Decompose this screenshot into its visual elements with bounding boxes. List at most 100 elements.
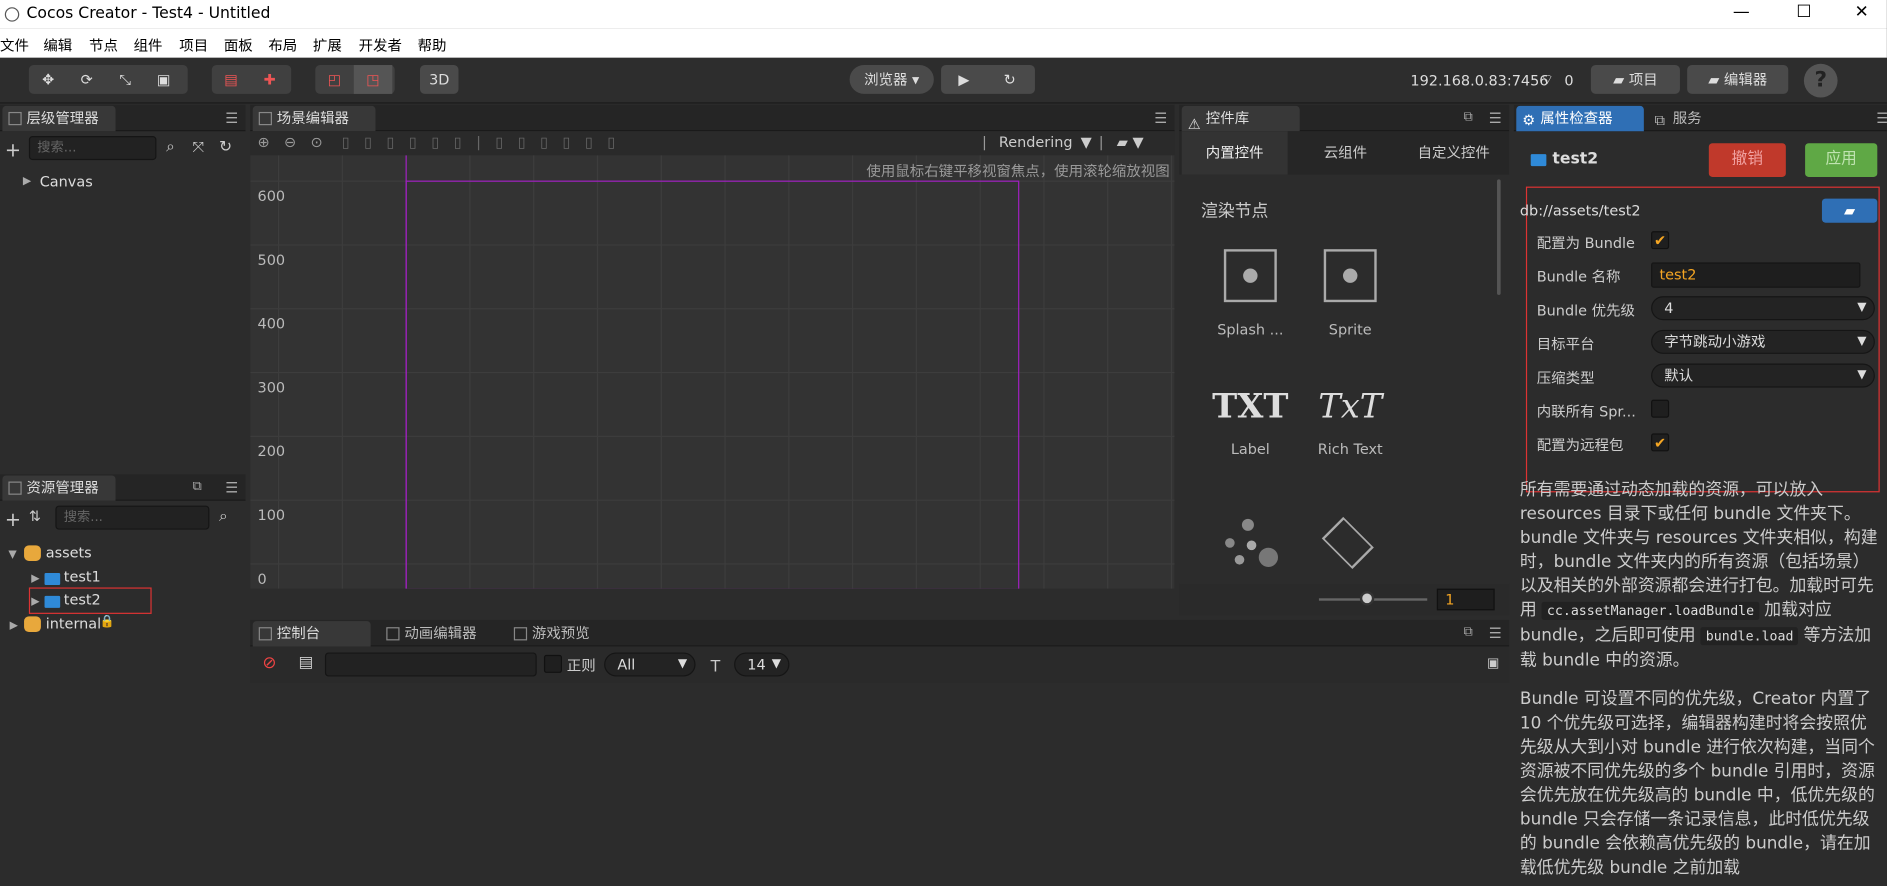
rect-tool-icon[interactable]: ▣: [144, 65, 183, 94]
3d-toggle-button[interactable]: 3D: [419, 65, 459, 94]
bundle-name-input[interactable]: test2: [1651, 262, 1861, 288]
local-coord-icon[interactable]: ◰: [315, 65, 354, 94]
panel-menu-icon[interactable]: ☰: [1876, 110, 1887, 127]
tab-scene[interactable]: 场景编辑器: [252, 105, 376, 132]
regex-checkbox[interactable]: [543, 654, 562, 673]
compress-select[interactable]: 默认 ▼: [1651, 363, 1875, 388]
menu-edit[interactable]: 编辑: [43, 35, 72, 55]
menu-developer[interactable]: 开发者: [359, 35, 402, 55]
asset-test1[interactable]: test1: [64, 566, 101, 588]
popout-icon[interactable]: ⧉: [1464, 624, 1473, 641]
zoom-in-icon[interactable]: ⊕: [258, 134, 270, 151]
clear-icon[interactable]: ⊘: [262, 654, 276, 673]
zoom-out-icon[interactable]: ⊖: [284, 134, 296, 151]
add-asset-icon[interactable]: +: [5, 508, 21, 531]
widget-richtext[interactable]: TxT Rich Text: [1301, 386, 1400, 494]
popout-icon[interactable]: ⧉: [1464, 108, 1473, 125]
assets-search-input[interactable]: 搜索...: [55, 505, 210, 530]
browser-select[interactable]: 浏览器 ▾: [849, 65, 934, 94]
tab-builtin[interactable]: 内置控件: [1181, 131, 1288, 175]
align-tools-icon[interactable]: ▯▯▯▯▯▯|▯▯▯▯▯▯: [342, 134, 630, 151]
play-icon[interactable]: ▶: [941, 65, 987, 94]
panel-menu-icon[interactable]: ☰: [225, 479, 238, 496]
particle-icon[interactable]: [1223, 516, 1283, 571]
tab-game-preview[interactable]: 游戏预览: [508, 621, 628, 646]
apply-button[interactable]: 应用: [1805, 143, 1878, 177]
global-coord-icon[interactable]: ◳: [353, 65, 393, 94]
bundle-checkbox[interactable]: ✔: [1651, 231, 1670, 250]
panel-menu-icon[interactable]: ☰: [1489, 110, 1502, 127]
search-icon[interactable]: ⌕: [219, 508, 228, 526]
dropdown-arrow-icon[interactable]: ▼: [1081, 134, 1092, 151]
inline-sprites-checkbox[interactable]: [1651, 399, 1670, 418]
console-filter-input[interactable]: [324, 652, 537, 677]
menu-extension[interactable]: 扩展: [313, 35, 342, 55]
maximize-icon[interactable]: ☐: [1786, 2, 1822, 26]
asset-internal[interactable]: internal: [46, 613, 101, 635]
tab-inspector[interactable]: ⚙ 属性检查器: [1516, 105, 1644, 132]
help-button[interactable]: ?: [1803, 63, 1838, 98]
show-in-explorer-button[interactable]: ▰: [1821, 198, 1878, 223]
panel-menu-icon[interactable]: ☰: [225, 110, 238, 127]
cancel-button[interactable]: 撤销: [1708, 143, 1786, 177]
tab-services[interactable]: ⧉ 服务: [1649, 106, 1733, 131]
widget-label[interactable]: TXT Label: [1201, 386, 1300, 494]
log-file-icon[interactable]: ▤: [298, 654, 313, 672]
menu-component[interactable]: 组件: [134, 35, 163, 55]
refresh-icon[interactable]: ↻: [987, 65, 1033, 94]
remote-checkbox[interactable]: ✔: [1651, 433, 1670, 452]
open-editor-button[interactable]: ▰ 编辑器: [1687, 65, 1789, 94]
font-size-select[interactable]: 14 ▼: [734, 652, 790, 677]
rendering-select[interactable]: Rendering: [999, 134, 1073, 151]
menu-layout[interactable]: 布局: [268, 35, 297, 55]
widget-splash[interactable]: Splash ...: [1201, 244, 1300, 352]
zoom-input[interactable]: 1: [1436, 588, 1495, 611]
tab-custom[interactable]: 自定义控件: [1401, 131, 1507, 174]
center-icon[interactable]: ✚: [250, 65, 289, 94]
asset-test2[interactable]: test2: [64, 589, 101, 611]
tab-console[interactable]: 控制台: [252, 621, 371, 647]
move-tool-icon[interactable]: ✥: [29, 65, 68, 94]
menu-panel[interactable]: 面板: [224, 35, 253, 55]
open-project-button[interactable]: ▰ 项目: [1590, 65, 1680, 94]
expand-icon[interactable]: ▶: [31, 573, 39, 585]
widget-sprite[interactable]: Sprite: [1301, 244, 1400, 352]
pivot-icon[interactable]: ▤: [212, 65, 251, 94]
collapse-caret-icon[interactable]: ▼: [8, 549, 16, 561]
tab-widgets[interactable]: ⚠ 控件库: [1181, 105, 1300, 132]
scrollbar[interactable]: [1497, 179, 1501, 295]
camera-icon[interactable]: ▰ ▼: [1117, 134, 1144, 151]
add-node-icon[interactable]: +: [5, 138, 21, 161]
priority-select[interactable]: 4 ▼: [1651, 296, 1875, 321]
menu-help[interactable]: 帮助: [418, 35, 447, 55]
tiledmap-icon[interactable]: [1321, 516, 1374, 569]
close-icon[interactable]: ✕: [1844, 2, 1880, 26]
expand-icon[interactable]: ▶: [10, 620, 18, 632]
panel-menu-icon[interactable]: ☰: [1154, 110, 1167, 127]
zoom-reset-icon[interactable]: ⊙: [310, 134, 322, 151]
hierarchy-search-input[interactable]: 搜索...: [28, 136, 157, 161]
collapse-console-icon[interactable]: ▣: [1487, 655, 1500, 671]
sort-icon[interactable]: ⇅: [29, 508, 41, 525]
zoom-slider-handle[interactable]: [1359, 591, 1375, 606]
minimize-icon[interactable]: —: [1723, 2, 1759, 26]
log-level-select[interactable]: All ▼: [604, 652, 696, 677]
tab-assets[interactable]: 资源管理器: [2, 475, 116, 501]
panel-menu-icon[interactable]: ☰: [1489, 625, 1502, 642]
menu-file[interactable]: 文件: [0, 35, 29, 55]
scale-tool-icon[interactable]: ⤡: [106, 65, 145, 94]
tab-hierarchy[interactable]: 层级管理器: [2, 105, 116, 132]
menu-project[interactable]: 项目: [179, 35, 208, 55]
refresh-icon[interactable]: ↻: [219, 138, 232, 156]
rotate-tool-icon[interactable]: ⟳: [67, 65, 106, 94]
asset-assets[interactable]: assets: [46, 542, 92, 564]
tab-cloud[interactable]: 云组件: [1292, 131, 1398, 174]
popout-icon[interactable]: ⧉: [193, 478, 202, 495]
tree-node-canvas[interactable]: Canvas: [40, 171, 93, 193]
platform-select[interactable]: 字节跳动小游戏 ▼: [1651, 329, 1875, 354]
scene-viewport[interactable]: 使用鼠标右键平移视窗焦点，使用滚轮缩放视图 600 500 400 300 200 100…: [250, 155, 1175, 589]
expand-icon[interactable]: ▶: [31, 596, 39, 608]
menu-node[interactable]: 节点: [89, 35, 118, 55]
tab-animation[interactable]: 动画编辑器: [380, 621, 500, 646]
collapse-icon[interactable]: ⤧: [193, 138, 205, 156]
